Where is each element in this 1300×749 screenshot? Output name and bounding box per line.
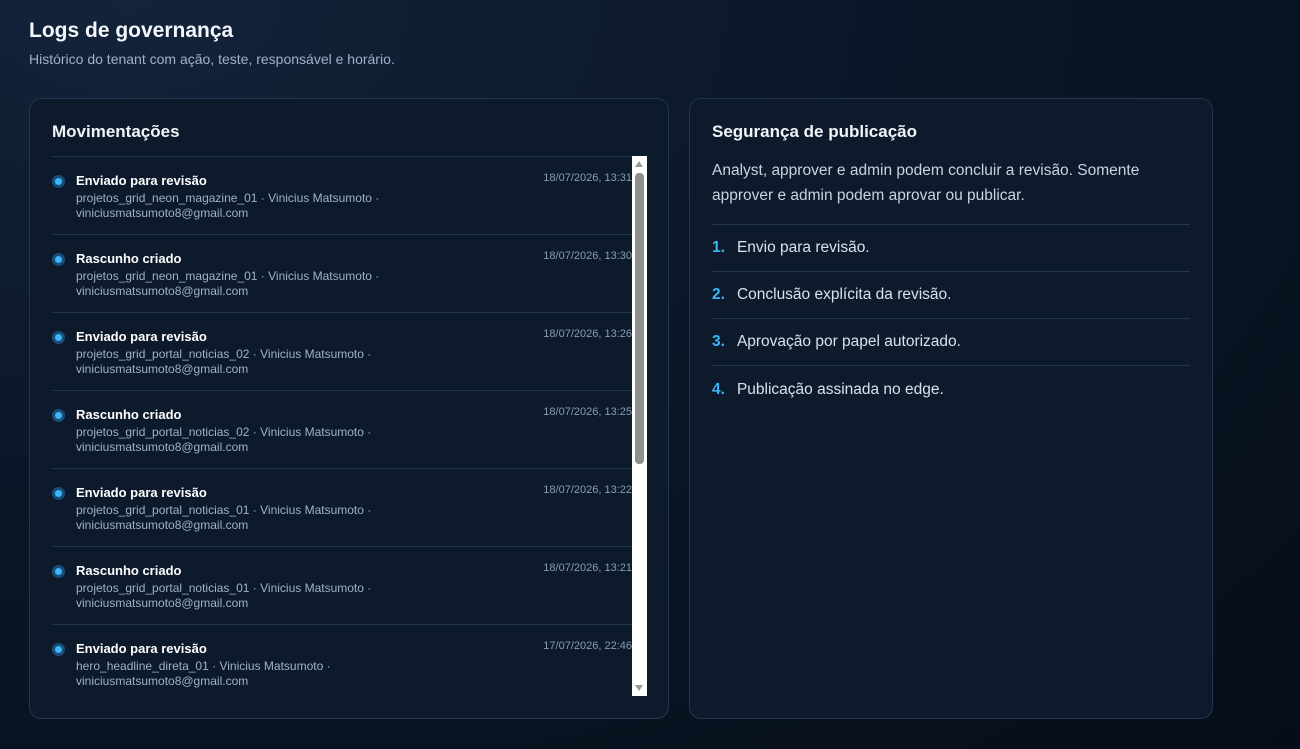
step-number: 4.: [712, 380, 725, 398]
log-action: Rascunho criado: [76, 563, 182, 578]
movements-card: Movimentações Enviado para revisão projet…: [29, 98, 669, 719]
log-detail: projetos_grid_portal_noticias_02 · Vinic…: [76, 425, 416, 455]
log-action: Rascunho criado: [76, 407, 182, 422]
scroll-up-arrow-icon[interactable]: [635, 161, 643, 167]
log-item: Enviado para revisão projetos_grid_neon_m…: [52, 157, 647, 235]
status-dot-icon: [52, 409, 65, 422]
log-detail: hero_headline_direta_01 · Vinicius Matsu…: [76, 659, 416, 689]
log-detail: projetos_grid_portal_noticias_01 · Vinic…: [76, 503, 416, 533]
log-time: 18/07/2026, 13:26: [543, 328, 632, 340]
log-detail-line: hero_headline_direta_01 · Vinicius Matsu…: [76, 659, 331, 673]
security-title: Segurança de publicação: [712, 122, 918, 141]
step-number: 2.: [712, 286, 725, 303]
log-detail-line: projetos_grid_neon_magazine_01 · Viniciu…: [76, 191, 380, 205]
status-dot-icon: [52, 565, 65, 578]
log-email: viniciusmatsumoto8@gmail.com: [76, 674, 249, 688]
log-detail-line: projetos_grid_portal_noticias_01 · Vinic…: [76, 503, 372, 517]
step-number: 3.: [712, 333, 725, 350]
log-action: Enviado para revisão: [76, 329, 207, 344]
status-dot-icon: [52, 253, 65, 266]
log-item: Enviado para revisão hero_headline_direta…: [52, 625, 647, 696]
log-item: Enviado para revisão projetos_grid_portal…: [52, 313, 647, 391]
log-email: viniciusmatsumoto8@gmail.com: [76, 206, 249, 220]
status-dot-icon: [52, 331, 65, 344]
step-number: 1.: [712, 239, 725, 256]
log-email: viniciusmatsumoto8@gmail.com: [76, 440, 249, 454]
step-text: Aprovação por papel autorizado.: [736, 333, 961, 350]
log-detail: projetos_grid_neon_magazine_01 · Viniciu…: [76, 269, 416, 299]
log-email: viniciusmatsumoto8@gmail.com: [76, 518, 249, 532]
status-dot-icon: [52, 643, 65, 656]
log-action: Enviado para revisão: [76, 485, 207, 500]
log-email: viniciusmatsumoto8@gmail.com: [76, 596, 249, 610]
log-item: Enviado para revisão projetos_grid_portal…: [52, 469, 647, 547]
scroll-thumb[interactable]: [635, 173, 644, 464]
step-text: Conclusão explícita da revisão.: [736, 286, 952, 303]
log-detail-line: projetos_grid_portal_noticias_02 · Vinic…: [76, 425, 372, 439]
log-time: 18/07/2026, 13:25: [543, 406, 632, 418]
security-step: 4. Publicação assinada no edge.: [712, 366, 1190, 413]
security-steps: 1. Envio para revisão. 2. Conclusão explíci…: [712, 224, 1190, 413]
log-email: viniciusmatsumoto8@gmail.com: [76, 284, 249, 298]
status-dot-icon: [52, 487, 65, 500]
movements-scrollbar[interactable]: [632, 156, 647, 696]
log-item: Rascunho criado projetos_grid_portal_noti…: [52, 547, 647, 625]
security-card: Segurança de publicação Analyst, approve…: [689, 98, 1213, 719]
security-step: 3. Aprovação por papel autorizado.: [712, 319, 1190, 366]
log-detail-line: projetos_grid_neon_magazine_01 · Viniciu…: [76, 269, 380, 283]
log-detail: projetos_grid_neon_magazine_01 · Viniciu…: [76, 191, 416, 221]
log-action: Rascunho criado: [76, 251, 182, 266]
log-time: 17/07/2026, 22:46: [543, 640, 632, 652]
log-action: Enviado para revisão: [76, 173, 207, 188]
log-item: Rascunho criado projetos_grid_neon_magazi…: [52, 235, 647, 313]
security-step: 2. Conclusão explícita da revisão.: [712, 272, 1190, 319]
security-description: Analyst, approver e admin podem concluir…: [712, 162, 1140, 204]
step-text: Publicação assinada no edge.: [736, 380, 944, 398]
page-subtitle: Histórico do tenant com ação, teste, res…: [29, 51, 395, 67]
log-detail: projetos_grid_portal_noticias_01 · Vinic…: [76, 581, 416, 611]
scroll-down-arrow-icon[interactable]: [635, 685, 643, 691]
log-time: 18/07/2026, 13:30: [543, 250, 632, 262]
page-title: Logs de governança: [29, 19, 234, 42]
log-time: 18/07/2026, 13:22: [543, 484, 632, 496]
log-time: 18/07/2026, 13:31: [543, 172, 632, 184]
step-text: Envio para revisão.: [736, 239, 870, 256]
log-item: Rascunho criado projetos_grid_portal_noti…: [52, 391, 647, 469]
status-dot-icon: [52, 175, 65, 188]
movements-title: Movimentações: [52, 122, 180, 141]
log-detail-line: projetos_grid_portal_noticias_02 · Vinic…: [76, 347, 372, 361]
security-step: 1. Envio para revisão.: [712, 225, 1190, 272]
log-detail-line: projetos_grid_portal_noticias_01 · Vinic…: [76, 581, 372, 595]
log-time: 18/07/2026, 13:21: [543, 562, 632, 574]
log-detail: projetos_grid_portal_noticias_02 · Vinic…: [76, 347, 416, 377]
movements-list[interactable]: Enviado para revisão projetos_grid_neon_m…: [52, 156, 647, 696]
log-email: viniciusmatsumoto8@gmail.com: [76, 362, 249, 376]
log-action: Enviado para revisão: [76, 641, 207, 656]
